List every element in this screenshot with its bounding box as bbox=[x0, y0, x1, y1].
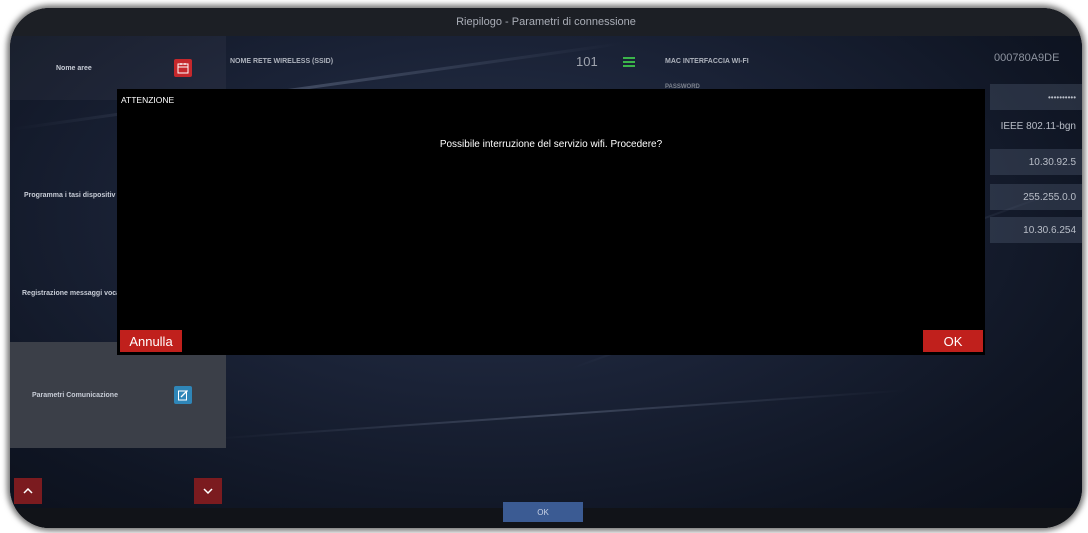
confirm-dialog: ATTENZIONE Possibile interruzione del se… bbox=[117, 89, 985, 355]
sidebar-item-label: Parametri Comunicazione bbox=[32, 391, 118, 399]
wifi-standard-field[interactable]: IEEE 802.11-bgn bbox=[990, 113, 1082, 139]
ip-address-field[interactable]: 10.30.92.5 bbox=[990, 149, 1082, 175]
window-title: Riepilogo - Parametri di connessione bbox=[456, 16, 636, 28]
password-field[interactable]: •••••••••• bbox=[990, 84, 1082, 110]
title-bar: Riepilogo - Parametri di connessione bbox=[10, 8, 1082, 36]
dialog-title: ATTENZIONE bbox=[121, 95, 175, 105]
sidebar-item-label: Registrazione messaggi voca bbox=[22, 289, 121, 297]
gateway-field[interactable]: 10.30.6.254 bbox=[990, 217, 1082, 243]
device-screen-frame: Riepilogo - Parametri di connessione Nom… bbox=[10, 8, 1082, 528]
background-streak bbox=[209, 389, 909, 440]
sidebar-item-label: Nome aree bbox=[56, 64, 92, 72]
menu-icon[interactable] bbox=[623, 55, 635, 67]
dialog-message: Possibile interruzione del servizio wifi… bbox=[439, 139, 663, 150]
edit-icon bbox=[174, 386, 192, 404]
ok-button[interactable]: OK bbox=[923, 330, 983, 352]
ssid-value: 101 bbox=[576, 54, 598, 69]
scroll-up-button[interactable] bbox=[14, 478, 42, 504]
scroll-down-button[interactable] bbox=[194, 478, 222, 504]
footer-ok-button[interactable]: OK bbox=[503, 502, 583, 522]
sidebar-item-label: Programma i tasi dispositiv bbox=[24, 191, 116, 199]
subnet-mask-field[interactable]: 255.255.0.0 bbox=[990, 184, 1082, 210]
mac-value: 000780A9DE bbox=[994, 52, 1060, 64]
sidebar-item-parametri-comunicazione[interactable]: Parametri Comunicazione bbox=[10, 342, 226, 448]
mac-label: MAC INTERFACCIA WI-FI bbox=[665, 58, 749, 65]
calendar-icon bbox=[174, 59, 192, 77]
ssid-label: NOME RETE WIRELESS (SSID) bbox=[230, 58, 334, 65]
cancel-button[interactable]: Annulla bbox=[120, 330, 182, 352]
